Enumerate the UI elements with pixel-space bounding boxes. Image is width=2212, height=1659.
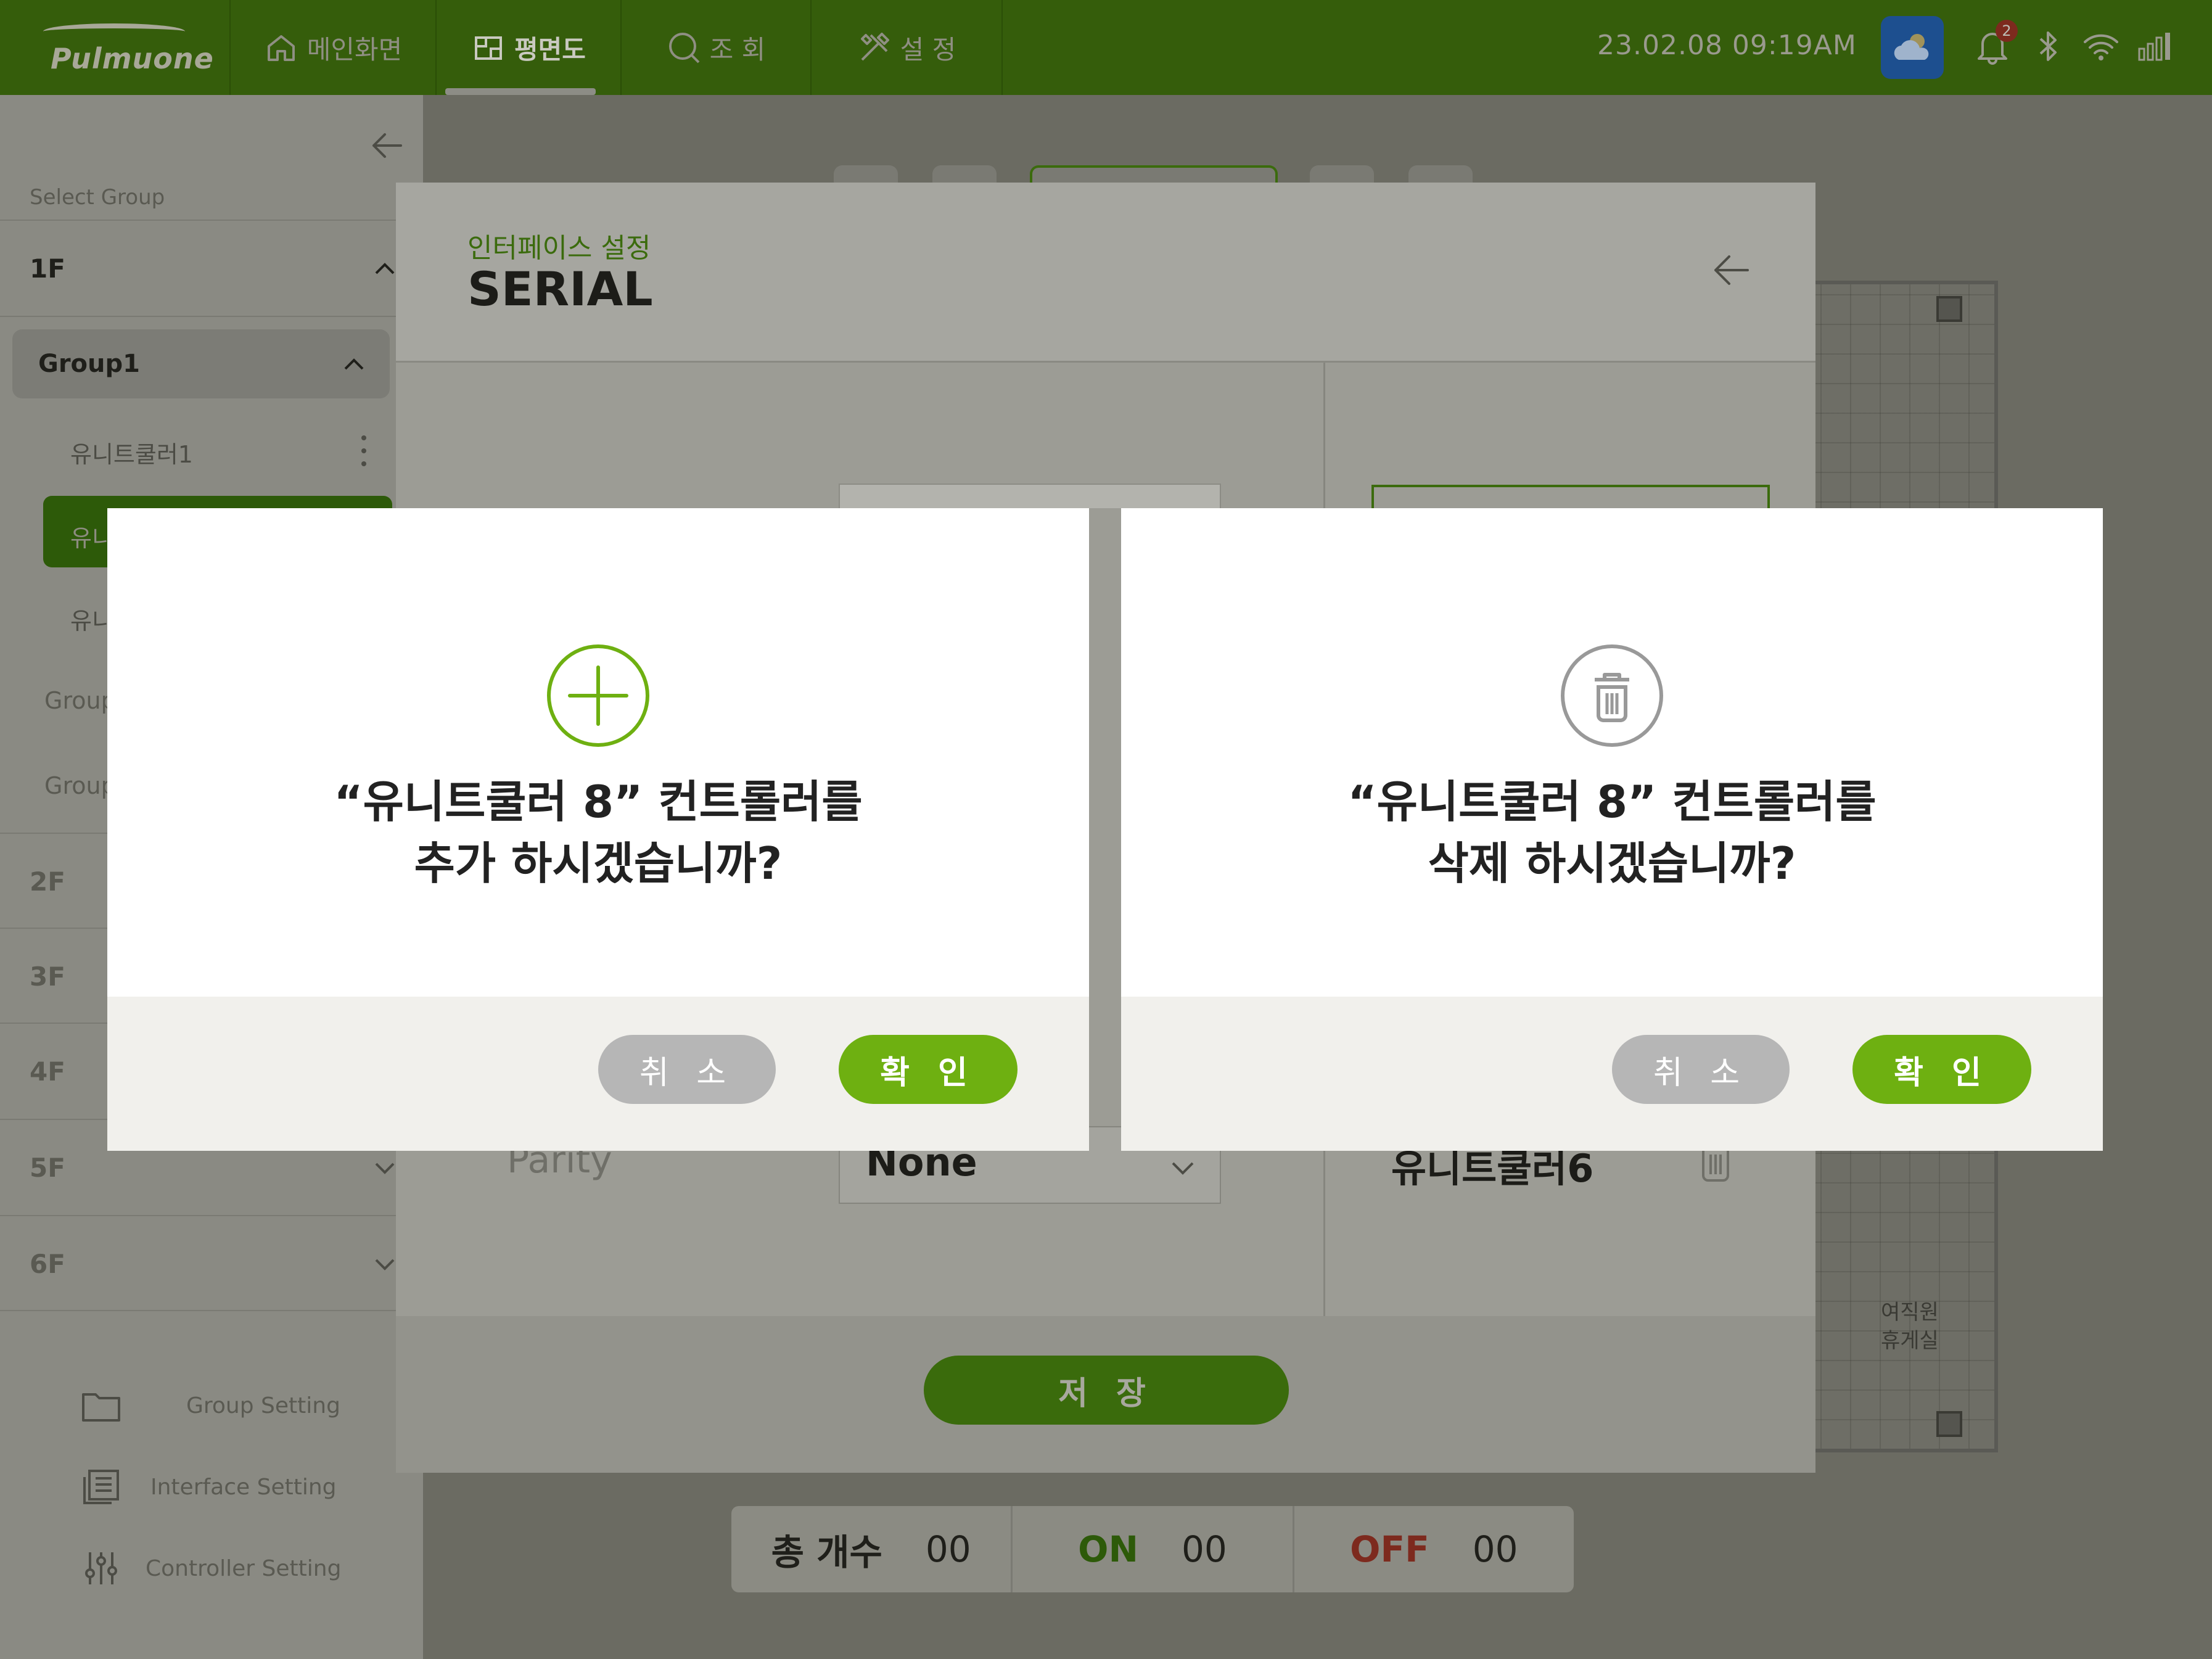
menu-interface-setting-label: Interface Setting [150,1474,337,1500]
back-arrow-icon[interactable] [1709,248,1754,292]
tab-main-screen[interactable]: 메인화면 [229,0,435,95]
select-group-label: Select Group [30,185,165,210]
floor-label: 6F [30,1248,65,1279]
floor-label: 4F [30,1056,65,1087]
logo-text: Pulmuone [51,42,214,75]
dialog-body: “유니트쿨러 8” 컨트롤러를 삭제 하시겠습니까? [1121,508,2103,997]
unit-list-header-ghost [1371,485,1770,509]
stat-on-label: ON [1078,1528,1139,1570]
tab-main-screen-label: 메인화면 [306,34,403,65]
dialog-message: “유니트쿨러 8” 컨트롤러를 추가 하시겠습니까? [107,771,1089,894]
tab-settings-label: 설 정 [900,34,956,65]
dialog-body: “유니트쿨러 8” 컨트롤러를 추가 하시겠습니까? [107,508,1089,997]
floor-label: 3F [30,961,65,992]
stat-on: ON 00 [1013,1506,1294,1592]
dialog-message: “유니트쿨러 8” 컨트롤러를 삭제 하시겠습니까? [1121,771,2103,894]
menu-interface-setting[interactable]: Interface Setting [76,1465,337,1509]
wifi-icon [2079,25,2123,68]
tools-icon [857,30,892,65]
tab-floor-plan-label: 평면도 [514,34,586,65]
floor-label: 2F [30,866,65,897]
stat-total: 총 개수 00 [731,1506,1013,1592]
status-summary-bar: 총 개수 00 ON 00 OFF 00 [731,1506,1574,1592]
current-datetime: 23.02.08 09:19AM [1597,30,1857,61]
dialog-message-line: “유니트쿨러 8” 컨트롤러를 [334,776,863,828]
confirm-button[interactable]: 확 인 [839,1035,1018,1104]
floor-label: 5F [30,1152,65,1183]
bluetooth-icon [2026,25,2070,68]
chevron-up-icon [344,358,364,370]
tab-lookup-label: 조 회 [709,34,766,65]
add-controller-dialog: “유니트쿨러 8” 컨트롤러를 추가 하시겠습니까? 취 소 확 인 [107,508,1089,1151]
cancel-button[interactable]: 취 소 [1612,1035,1790,1104]
more-options-icon[interactable] [358,435,370,466]
tab-lookup[interactable]: 조 회 [620,0,810,95]
panel-title: SERIAL [467,261,653,316]
floor-row-1f[interactable]: 1F [0,221,423,316]
sidebar-item-group[interactable]: Group [44,687,116,714]
panel-subtitle: 인터페이스 설정 [467,233,651,264]
divider [0,316,423,317]
logo-swoosh [43,23,185,39]
dialog-message-line: “유니트쿨러 8” 컨트롤러를 [1347,776,1877,828]
stat-off-label: OFF [1350,1528,1429,1570]
menu-group-setting[interactable]: Group Setting [76,1384,340,1427]
cancel-button[interactable]: 취 소 [598,1035,776,1104]
panel-footer: 저 장 [396,1316,1815,1473]
floor-label: 1F [30,253,65,284]
stat-off: OFF 00 [1294,1506,1574,1592]
menu-controller-setting-label: Controller Setting [146,1555,342,1581]
confirm-button[interactable]: 확 인 [1852,1035,2031,1104]
sidebar-item-unit-cooler-1[interactable]: 유니트쿨러1 [70,435,193,469]
map-device-marker[interactable] [1936,296,1962,322]
stat-on-value: 00 [1182,1528,1227,1570]
map-room-label: 여직원 휴게실 [1881,1298,1939,1355]
trash-circle-icon [1560,644,1664,747]
divider [0,1310,423,1311]
floorplan-icon [471,30,506,65]
chevron-up-icon [375,263,395,274]
tab-settings[interactable]: 설 정 [810,0,1003,95]
folder-icon [76,1384,126,1427]
map-room-label-line: 여직원 [1881,1300,1939,1325]
plus-circle-icon [546,644,650,747]
sidebar-collapse-arrow-icon[interactable] [368,126,407,165]
sliders-icon [76,1547,126,1590]
stat-total-label: 총 개수 [771,1531,882,1573]
stat-off-value: 00 [1472,1528,1518,1570]
group-row-group1[interactable]: Group1 [12,329,390,398]
floor-row-6f[interactable]: 6F [0,1216,423,1311]
save-button[interactable]: 저 장 [924,1356,1289,1425]
tab-floor-plan[interactable]: 평면도 [435,0,620,95]
dialog-message-line: 추가 하시겠습니까? [414,838,783,889]
sidebar-item-group[interactable]: Group [44,772,116,799]
search-icon [667,30,701,65]
dialog-footer: 취 소 확 인 [107,997,1089,1151]
active-tab-indicator [445,88,596,95]
top-navigation-bar: Pulmuone 메인화면 평면도 조 회 설 정 23.02.08 09:19… [0,0,2212,95]
home-icon [264,30,298,65]
map-room-label-line: 휴게실 [1881,1328,1939,1353]
dialog-message-line: 삭제 하시겠습니까? [1428,838,1796,889]
chevron-down-icon [375,1259,395,1270]
bell-icon[interactable]: 2 [1971,20,2018,68]
chevron-down-icon [1172,1162,1194,1175]
delete-controller-dialog: “유니트쿨러 8” 컨트롤러를 삭제 하시겠습니까? 취 소 확 인 [1121,508,2103,1151]
field-ghost [839,484,1221,508]
weather-icon[interactable] [1881,16,1944,79]
menu-group-setting-label: Group Setting [186,1393,340,1418]
signal-icon [2134,25,2177,68]
notification-badge: 2 [1996,20,2018,42]
map-device-marker[interactable] [1936,1411,1962,1437]
chevron-down-icon [375,1163,395,1174]
panel-header: 인터페이스 설정 SERIAL [396,183,1815,363]
dialog-footer: 취 소 확 인 [1121,997,2103,1151]
menu-controller-setting[interactable]: Controller Setting [76,1547,341,1590]
list-icon [76,1465,126,1509]
stat-total-value: 00 [925,1528,971,1570]
group-label: Group1 [38,350,140,378]
pulmuone-logo[interactable]: Pulmuone [0,0,229,95]
